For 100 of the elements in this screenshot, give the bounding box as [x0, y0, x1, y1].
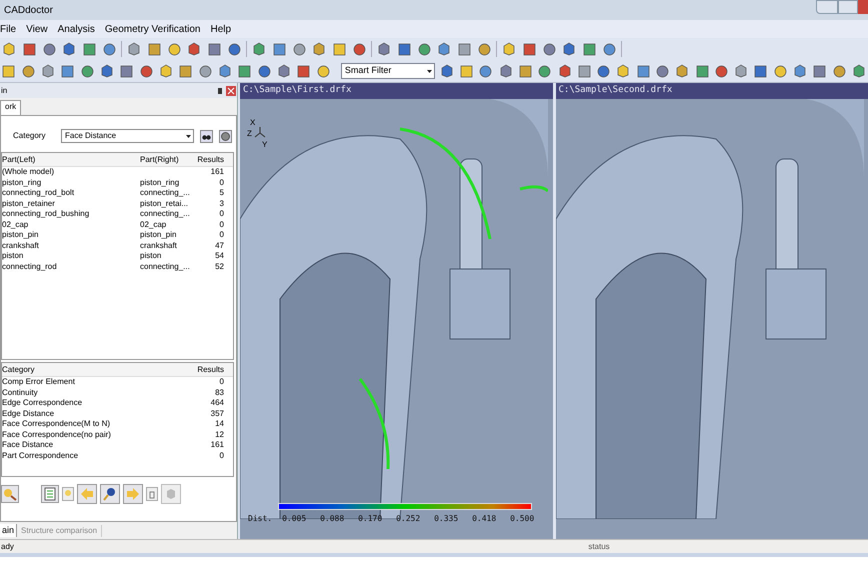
table-cell-text: 5	[218, 188, 225, 198]
circle-icon[interactable]	[102, 42, 116, 56]
scale-label: Dist.	[248, 513, 272, 525]
circle-icon[interactable]	[80, 64, 94, 78]
square-icon[interactable]	[61, 64, 74, 78]
cube-icon[interactable]	[158, 64, 173, 78]
cube-icon[interactable]	[100, 64, 114, 78]
square-icon[interactable]	[272, 42, 286, 56]
square-icon[interactable]	[636, 64, 650, 78]
circle-icon[interactable]	[602, 42, 616, 56]
square-icon[interactable]	[179, 64, 192, 78]
square-icon[interactable]	[460, 64, 473, 78]
cube-icon[interactable]	[558, 64, 572, 78]
square-icon[interactable]	[582, 42, 596, 56]
circle-icon[interactable]	[418, 42, 430, 56]
cube-icon[interactable]	[187, 42, 201, 56]
square-icon[interactable]	[518, 64, 532, 78]
menu-item[interactable]: Help	[210, 22, 232, 36]
circle-icon[interactable]	[597, 64, 610, 78]
square-icon[interactable]	[22, 42, 36, 56]
category-dropdown[interactable]: Face Distance	[61, 129, 194, 143]
table-cell-text: Comp Error Element	[2, 377, 76, 388]
circle-icon[interactable]	[22, 64, 35, 78]
circle-icon[interactable]	[656, 64, 670, 78]
status-text: ady	[0, 540, 15, 552]
cube-icon[interactable]	[852, 64, 866, 78]
square-icon[interactable]	[458, 42, 470, 56]
square-icon[interactable]	[2, 64, 16, 78]
cube-icon[interactable]	[218, 64, 232, 78]
cube-icon[interactable]	[675, 64, 690, 78]
list-icon[interactable]	[41, 485, 59, 503]
filter-dropdown[interactable]: Smart Filter	[340, 63, 435, 79]
circle-icon[interactable]	[542, 42, 556, 56]
circle-icon[interactable]	[42, 42, 56, 56]
cube-icon[interactable]	[377, 42, 391, 56]
square-icon[interactable]	[398, 42, 410, 56]
search-icon[interactable]	[1, 485, 19, 503]
cube-icon[interactable]	[41, 64, 56, 78]
cube-icon[interactable]	[252, 42, 266, 56]
magnifier-icon[interactable]	[100, 484, 120, 504]
circle-icon[interactable]	[478, 42, 490, 56]
table-cell-text: 52	[214, 262, 225, 272]
column-header[interactable]: Category	[2, 364, 192, 376]
circle-icon[interactable]	[168, 42, 180, 56]
circle-icon[interactable]	[198, 64, 212, 78]
pin-icon[interactable]	[217, 86, 223, 94]
square-icon[interactable]	[120, 64, 134, 78]
square-icon[interactable]	[238, 64, 251, 78]
square-icon[interactable]	[696, 64, 708, 78]
menu-item[interactable]: View	[26, 22, 48, 36]
cube-icon[interactable]	[502, 42, 516, 56]
cube-icon[interactable]	[498, 64, 513, 78]
column-header[interactable]: Results	[192, 154, 226, 166]
cube-icon[interactable]	[562, 42, 576, 56]
circle-icon[interactable]	[832, 64, 846, 78]
circle-icon[interactable]	[715, 64, 728, 78]
square-icon[interactable]	[754, 64, 768, 78]
menu-item[interactable]: Geometry Verification	[104, 22, 200, 36]
circle-icon[interactable]	[479, 64, 492, 78]
cube-icon[interactable]	[2, 42, 16, 56]
panel-tab[interactable]: ork	[0, 100, 22, 115]
cube-icon[interactable]	[312, 42, 326, 56]
circle-icon[interactable]	[140, 64, 153, 78]
menu-item[interactable]: File	[0, 22, 16, 36]
circle-icon[interactable]	[258, 64, 271, 78]
square-icon[interactable]	[148, 42, 160, 56]
square-icon[interactable]	[208, 42, 220, 56]
square-icon[interactable]	[522, 42, 536, 56]
cube-icon[interactable]	[62, 42, 76, 56]
cube-icon[interactable]	[793, 64, 808, 78]
cube-icon[interactable]	[440, 64, 454, 78]
table-cell-text: Edge Distance	[2, 408, 56, 419]
binoculars-icon[interactable]	[200, 130, 213, 142]
menu-item[interactable]: Analysis	[58, 22, 95, 36]
circle-icon[interactable]	[316, 64, 330, 78]
square-icon[interactable]	[296, 64, 310, 78]
table-cell-text: Face Correspondence(no pair)	[2, 430, 112, 440]
cube-icon[interactable]	[734, 64, 748, 78]
panel-tab[interactable]: ain	[0, 524, 18, 538]
circle-icon[interactable]	[292, 42, 306, 56]
square-icon[interactable]	[578, 64, 591, 78]
column-header[interactable]: Part(Right)	[140, 154, 192, 166]
viewport-title: C:\Sample\Second.drfx	[558, 84, 672, 98]
close-icon[interactable]	[226, 86, 236, 96]
cube-icon[interactable]	[437, 42, 451, 56]
circle-icon[interactable]	[774, 64, 788, 78]
cube-icon[interactable]	[276, 64, 291, 78]
viewport-title: C:\Sample\First.drfx	[243, 84, 352, 98]
circle-icon[interactable]	[228, 42, 240, 56]
table-cell-text: piston_ring	[2, 178, 42, 188]
column-header[interactable]: Part(Left)	[2, 154, 140, 166]
circle-icon[interactable]	[538, 64, 552, 78]
square-icon[interactable]	[82, 42, 96, 56]
square-icon[interactable]	[813, 64, 826, 78]
circle-icon[interactable]	[352, 42, 366, 56]
cube-icon[interactable]	[616, 64, 630, 78]
column-header[interactable]: Results	[192, 364, 226, 376]
cube-icon[interactable]	[127, 42, 141, 56]
square-icon[interactable]	[332, 42, 346, 56]
scale-tick-label: 0.088	[320, 513, 346, 525]
